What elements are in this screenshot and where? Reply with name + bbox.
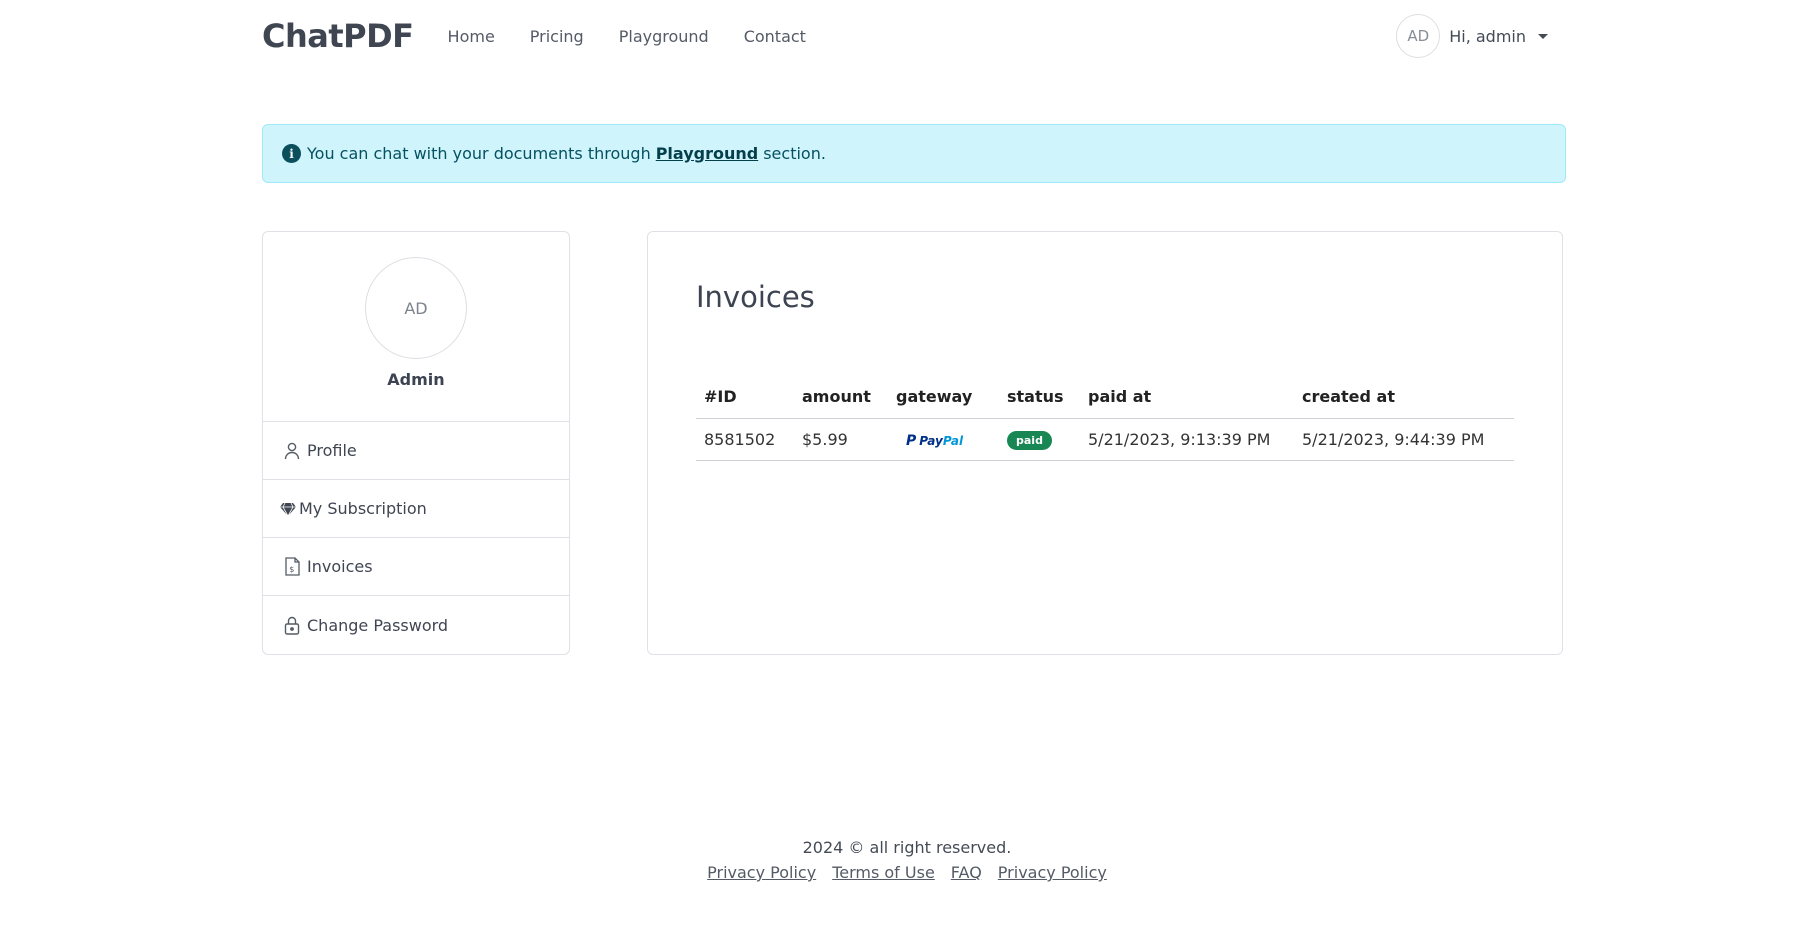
invoice-created-at: 5/21/2023, 9:44:39 PM [1294,418,1514,461]
column-header-paid-at: paid at [1080,376,1294,419]
nav-contact[interactable]: Contact [744,27,806,46]
alert-text-after: section. [763,144,826,163]
footer-links: Privacy Policy Terms of Use FAQ Privacy … [0,863,1814,882]
footer: 2024 © all right reserved. Privacy Polic… [0,838,1814,882]
column-header-gateway: gateway [888,376,999,419]
sidebar-item-invoices[interactable]: $ Invoices [263,538,569,596]
paypal-icon: P [906,432,917,449]
person-icon [283,441,301,461]
nav-pricing[interactable]: Pricing [530,27,584,46]
column-header-created-at: created at [1294,376,1514,419]
footer-privacy-policy-link-2[interactable]: Privacy Policy [998,863,1107,882]
invoices-table: #ID amount gateway status paid at create… [696,376,1514,461]
nav-playground[interactable]: Playground [619,27,709,46]
sidebar-item-subscription[interactable]: My Subscription [263,480,569,538]
invoice-status: paid [999,418,1080,461]
top-navbar: ChatPDF Home Pricing Playground Contact … [262,0,1566,72]
info-alert: i You can chat with your documents throu… [262,124,1566,183]
invoice-icon: $ [283,557,301,577]
invoice-amount: $5.99 [794,418,888,461]
sidebar-item-label: Profile [307,441,357,460]
invoice-id: 8581502 [696,418,794,461]
brand-logo[interactable]: ChatPDF [262,17,414,55]
sidebar-item-profile[interactable]: Profile [263,422,569,480]
alert-text-before: You can chat with your documents through [307,144,651,163]
column-header-id: #ID [696,376,794,419]
footer-privacy-policy-link[interactable]: Privacy Policy [707,863,816,882]
info-icon: i [282,144,301,163]
nav-home[interactable]: Home [448,27,495,46]
user-greeting: Hi, admin [1449,26,1526,46]
svg-text:$: $ [289,565,294,574]
invoices-card: Invoices #ID amount gateway status paid … [647,231,1563,655]
invoice-gateway: P Pay Pal [888,418,999,461]
user-menu-dropdown[interactable]: AD Hi, admin [1396,14,1548,58]
profile-avatar: AD [365,257,467,359]
caret-down-icon [1538,33,1548,39]
paypal-logo: P Pay Pal [906,432,964,449]
column-header-amount: amount [794,376,888,419]
profile-name: Admin [387,370,445,389]
gem-icon [279,499,297,519]
footer-faq-link[interactable]: FAQ [951,863,982,882]
table-header-row: #ID amount gateway status paid at create… [696,376,1514,419]
avatar: AD [1396,14,1441,58]
table-row: 8581502 $5.99 P Pay Pal paid 5/21/2023, 9:… [696,418,1514,461]
column-header-status: status [999,376,1080,419]
lock-icon [283,615,301,635]
sidebar-item-label: Change Password [307,615,449,635]
sidebar-item-label: My Subscription [299,499,427,518]
sidebar-item-change-password[interactable]: Change Password [263,596,569,654]
alert-playground-link[interactable]: Playground [656,144,759,163]
footer-copyright: 2024 © all right reserved. [802,838,1012,857]
sidebar-item-label: Invoices [307,557,373,576]
profile-summary: AD Admin [263,232,569,422]
invoice-paid-at: 5/21/2023, 9:13:39 PM [1080,418,1294,461]
footer-terms-link[interactable]: Terms of Use [832,863,935,882]
status-badge: paid [1007,430,1052,450]
account-sidebar: AD Admin Profile My Subscription $ Invoi… [262,231,570,655]
page-title: Invoices [696,280,815,314]
